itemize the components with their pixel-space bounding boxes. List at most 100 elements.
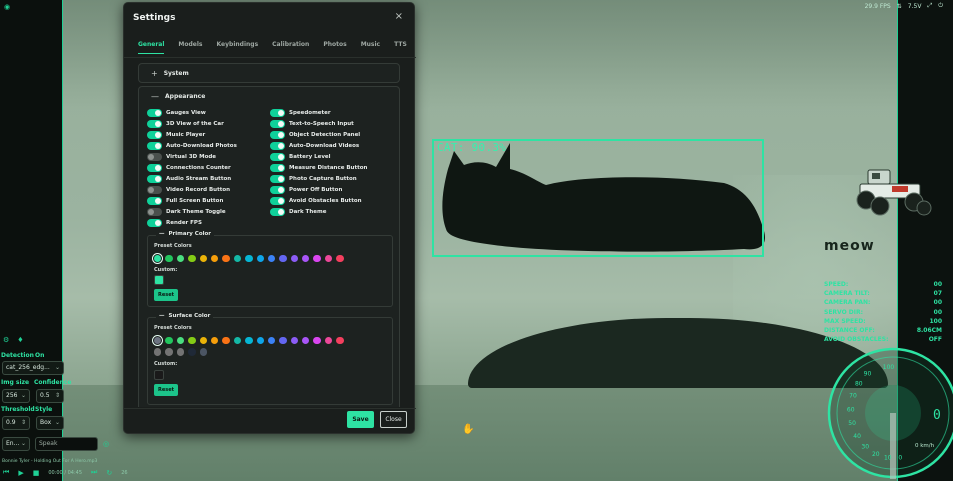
color-swatch[interactable] xyxy=(165,337,173,345)
toggle-switch[interactable] xyxy=(147,175,162,183)
color-swatch[interactable] xyxy=(279,337,287,345)
color-swatch[interactable] xyxy=(267,337,276,345)
tab-music[interactable]: Music xyxy=(361,41,380,54)
toggle-switch[interactable] xyxy=(147,142,162,150)
video-record-icon[interactable]: ◉ xyxy=(4,3,10,11)
toggle-switch[interactable] xyxy=(270,109,285,117)
tab-models[interactable]: Models xyxy=(178,41,202,54)
color-swatch[interactable] xyxy=(199,348,207,356)
toggle-switch[interactable] xyxy=(270,164,285,172)
setting-toggle-row[interactable]: Measure Distance Button xyxy=(270,164,367,172)
setting-toggle-row[interactable]: Full Screen Button xyxy=(147,197,223,205)
setting-toggle-row[interactable]: Speedometer xyxy=(270,109,331,117)
toggle-switch[interactable] xyxy=(147,197,162,205)
toggle-switch[interactable] xyxy=(270,175,285,183)
toggle-switch[interactable] xyxy=(147,219,162,227)
save-button[interactable]: Save xyxy=(347,411,374,428)
primary-custom-color-picker[interactable] xyxy=(154,275,164,285)
tab-keybindings[interactable]: Keybindings xyxy=(217,41,259,54)
model-select[interactable]: cat_256_edg... ⌄ xyxy=(2,361,64,375)
system-section-header[interactable]: + System xyxy=(151,69,189,78)
setting-toggle-row[interactable]: Gauges View xyxy=(147,109,206,117)
tab-calibration[interactable]: Calibration xyxy=(272,41,309,54)
setting-toggle-row[interactable]: Render FPS xyxy=(147,219,202,227)
color-swatch[interactable] xyxy=(302,337,310,345)
color-swatch[interactable] xyxy=(176,255,185,263)
color-swatch[interactable] xyxy=(210,337,219,345)
setting-toggle-row[interactable]: Audio Stream Button xyxy=(147,175,231,183)
close-button[interactable]: Close xyxy=(380,411,407,428)
color-swatch[interactable] xyxy=(165,348,173,356)
tab-general[interactable]: General xyxy=(138,41,165,54)
color-swatch[interactable] xyxy=(290,337,299,345)
color-swatch[interactable] xyxy=(267,255,276,263)
color-swatch[interactable] xyxy=(313,255,321,263)
toggle-switch[interactable] xyxy=(270,208,285,216)
color-swatch[interactable] xyxy=(245,337,253,345)
tab-tts[interactable]: TTS xyxy=(394,41,407,54)
toggle-switch[interactable] xyxy=(147,186,162,194)
repeat-icon[interactable]: ↻ xyxy=(106,469,112,477)
style-select[interactable]: Box ⌄ xyxy=(36,416,64,430)
toggle-switch[interactable] xyxy=(147,164,162,172)
toggle-switch[interactable] xyxy=(270,186,285,194)
color-swatch[interactable] xyxy=(222,255,230,263)
tab-photos[interactable]: Photos xyxy=(323,41,346,54)
setting-toggle-row[interactable]: Text-to-Speech Input xyxy=(270,120,354,128)
color-swatch[interactable] xyxy=(313,337,321,345)
img-size-select[interactable]: 256 ⌄ xyxy=(2,389,30,403)
toggle-switch[interactable] xyxy=(270,120,285,128)
stop-icon[interactable]: ■ xyxy=(33,469,40,477)
toggle-switch[interactable] xyxy=(147,208,162,216)
color-swatch[interactable] xyxy=(210,255,219,263)
color-swatch[interactable] xyxy=(245,255,253,263)
setting-toggle-row[interactable]: Photo Capture Button xyxy=(270,175,357,183)
color-swatch[interactable] xyxy=(151,334,164,347)
send-icon[interactable]: ◎ xyxy=(103,440,109,448)
color-swatch[interactable] xyxy=(256,255,264,263)
color-swatch[interactable] xyxy=(302,255,310,263)
setting-toggle-row[interactable]: 3D View of the Car xyxy=(147,120,224,128)
toggle-switch[interactable] xyxy=(270,153,285,161)
setting-toggle-row[interactable]: Connections Counter xyxy=(147,164,231,172)
prev-track-icon[interactable]: ⏮ xyxy=(3,468,9,477)
color-swatch[interactable] xyxy=(256,337,264,345)
next-track-icon[interactable]: ⏭ xyxy=(91,468,97,477)
color-swatch[interactable] xyxy=(151,252,164,265)
setting-toggle-row[interactable]: Dark Theme Toggle xyxy=(147,208,226,216)
appearance-section-header[interactable]: — Appearance xyxy=(151,92,205,101)
color-swatch[interactable] xyxy=(324,337,333,345)
color-swatch[interactable] xyxy=(336,337,344,345)
toggle-switch[interactable] xyxy=(270,131,285,139)
color-swatch[interactable] xyxy=(199,337,207,345)
setting-toggle-row[interactable]: Auto-Download Photos xyxy=(147,142,237,150)
color-swatch[interactable] xyxy=(176,337,185,345)
color-swatch[interactable] xyxy=(279,255,287,263)
color-swatch[interactable] xyxy=(336,255,344,263)
toggle-switch[interactable] xyxy=(147,120,162,128)
setting-toggle-row[interactable]: Auto-Download Videos xyxy=(270,142,359,150)
power-icon[interactable]: ⏻ xyxy=(938,2,943,10)
speak-input[interactable]: Speak xyxy=(35,437,98,451)
settings-gear-icon[interactable]: ⚙ xyxy=(3,336,9,344)
surface-reset-button[interactable]: Reset xyxy=(154,384,178,396)
color-swatch[interactable] xyxy=(165,255,173,263)
language-select[interactable]: En... ⌄ xyxy=(2,437,30,451)
play-icon[interactable]: ▶ xyxy=(18,469,23,477)
close-icon[interactable]: × xyxy=(395,11,403,22)
mic-icon[interactable]: ♦ xyxy=(17,336,23,344)
color-swatch[interactable] xyxy=(154,348,162,356)
setting-toggle-row[interactable]: Virtual 3D Mode xyxy=(147,153,216,161)
color-swatch[interactable] xyxy=(188,255,196,263)
color-swatch[interactable] xyxy=(222,337,230,345)
toggle-switch[interactable] xyxy=(270,142,285,150)
color-swatch[interactable] xyxy=(324,255,333,263)
expand-icon[interactable]: ⤢ xyxy=(927,2,932,10)
color-swatch[interactable] xyxy=(188,348,196,356)
toggle-switch[interactable] xyxy=(147,109,162,117)
setting-toggle-row[interactable]: Object Detection Panel xyxy=(270,131,360,139)
color-swatch[interactable] xyxy=(199,255,207,263)
detection-state[interactable]: On xyxy=(35,352,44,359)
toggle-switch[interactable] xyxy=(147,153,162,161)
primary-reset-button[interactable]: Reset xyxy=(154,289,178,301)
